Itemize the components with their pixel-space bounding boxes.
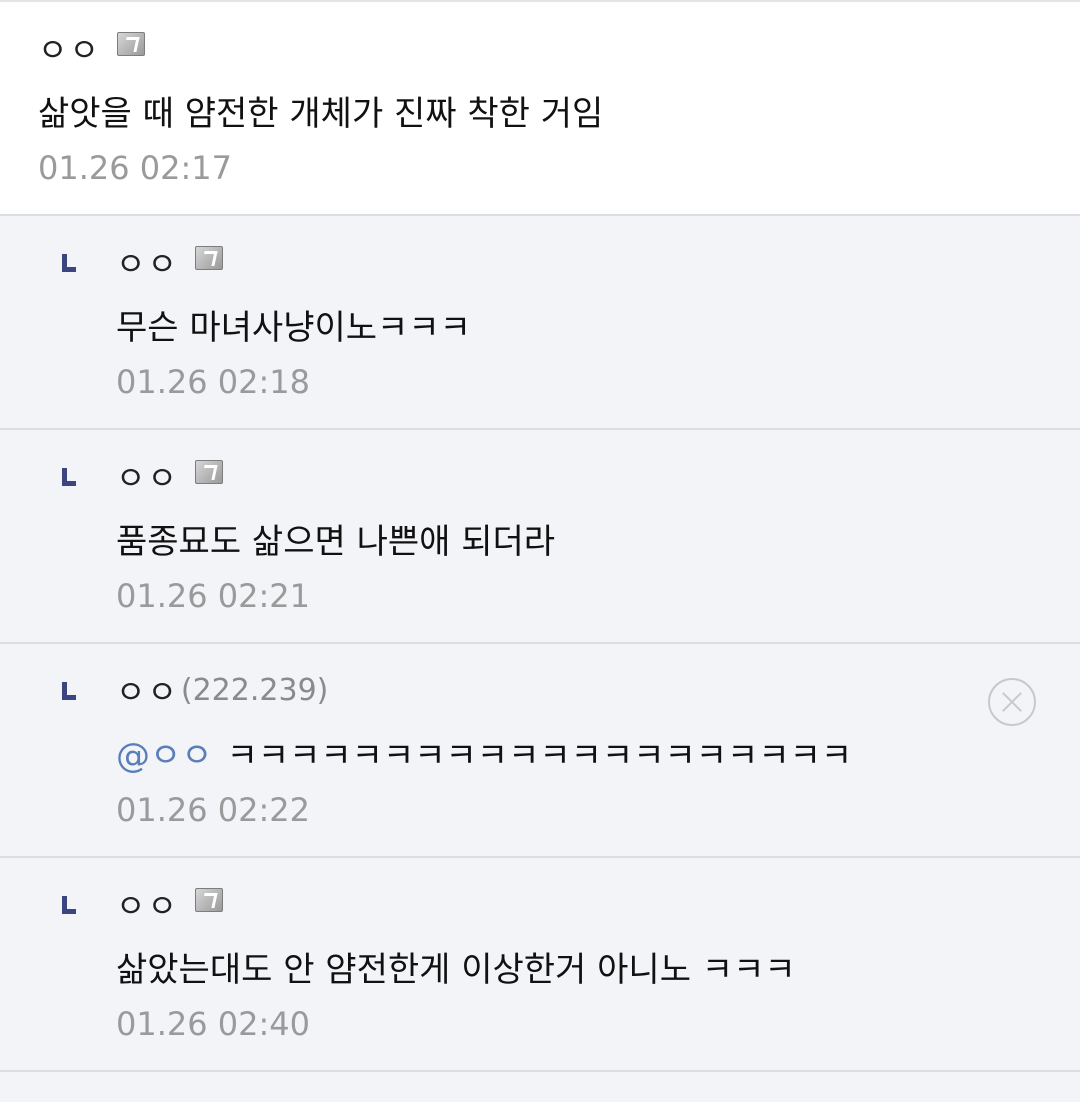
fixed-nick-icon [194, 460, 223, 484]
comment-text: 무슨 마녀사냥이노ㅋㅋㅋ [116, 308, 471, 348]
comment-thread: ㅇㅇ 삶앗을 때 얌전한 개체가 진짜 착한 거임 01.26 02:17 ㅇㅇ… [0, 0, 1080, 1118]
reply-comment: ㅇㅇ (222.239) @ㅇㅇ ㅋㅋㅋㅋㅋㅋㅋㅋㅋㅋㅋㅋㅋㅋㅋㅋㅋㅋㅋㅋ 01.… [0, 644, 1080, 858]
reply-arrow-icon [62, 254, 76, 272]
comment-text: 삶앗을 때 얌전한 개체가 진짜 착한 거임 [38, 94, 604, 134]
comment-body: ㅇㅇ 품종묘도 삶으면 나쁜애 되더라 01.26 02:21 [116, 454, 1080, 616]
reply-comment-partial [0, 1072, 1080, 1102]
nickname[interactable]: ㅇㅇ [116, 239, 179, 285]
comment-text: @ㅇㅇ ㅋㅋㅋㅋㅋㅋㅋㅋㅋㅋㅋㅋㅋㅋㅋㅋㅋㅋㅋㅋ [116, 734, 1080, 778]
comment-header: ㅇㅇ [116, 882, 1080, 926]
comment-body: ㅇㅇ 삶앗을 때 얌전한 개체가 진짜 착한 거임 01.26 02:17 [38, 26, 1080, 188]
comment-text-content: ㅋㅋㅋㅋㅋㅋㅋㅋㅋㅋㅋㅋㅋㅋㅋㅋㅋㅋㅋㅋ [226, 736, 853, 776]
nickname[interactable]: ㅇㅇ [38, 25, 101, 71]
reply-arrow-icon [62, 682, 76, 700]
nickname[interactable]: ㅇㅇ [116, 881, 179, 927]
reply-arrow-icon [62, 896, 76, 914]
fixed-nick-icon [194, 246, 223, 270]
comment-body: ㅇㅇ 무슨 마녀사냥이노ㅋㅋㅋ 01.26 02:18 [116, 240, 1080, 402]
comment-date: 01.26 02:18 [116, 363, 310, 401]
comment-text: 삶았는대도 안 얌전한게 이상한거 아니노 ㅋㅋㅋ [116, 950, 796, 990]
comment-body: ㅇㅇ (222.239) @ㅇㅇ ㅋㅋㅋㅋㅋㅋㅋㅋㅋㅋㅋㅋㅋㅋㅋㅋㅋㅋㅋㅋ 01.… [116, 668, 1080, 830]
comment-header: ㅇㅇ (222.239) [116, 668, 1080, 712]
ip-address: (222.239) [180, 672, 329, 708]
reply-arrow-icon [62, 468, 76, 486]
fixed-nick-icon [194, 888, 223, 912]
comment-date: 01.26 02:17 [38, 149, 232, 187]
comment-body: ㅇㅇ 삶았는대도 안 얌전한게 이상한거 아니노 ㅋㅋㅋ 01.26 02:40 [116, 882, 1080, 1044]
comment-date: 01.26 02:22 [116, 791, 310, 829]
reply-comment: ㅇㅇ 삶았는대도 안 얌전한게 이상한거 아니노 ㅋㅋㅋ 01.26 02:40 [0, 858, 1080, 1072]
comment-header: ㅇㅇ [116, 240, 1080, 284]
reply-comment: ㅇㅇ 품종묘도 삶으면 나쁜애 되더라 01.26 02:21 [0, 430, 1080, 644]
fixed-nick-icon [116, 32, 145, 56]
nickname[interactable]: ㅇㅇ [116, 667, 179, 713]
nickname[interactable]: ㅇㅇ [116, 453, 179, 499]
mention-link[interactable]: @ㅇㅇ [116, 736, 213, 776]
comment-header: ㅇㅇ [116, 454, 1080, 498]
reply-comment: ㅇㅇ 무슨 마녀사냥이노ㅋㅋㅋ 01.26 02:18 [0, 216, 1080, 430]
comment-date: 01.26 02:40 [116, 1005, 310, 1043]
comment-header: ㅇㅇ [38, 26, 1080, 70]
comment: ㅇㅇ 삶앗을 때 얌전한 개체가 진짜 착한 거임 01.26 02:17 [0, 2, 1080, 216]
comment-date: 01.26 02:21 [116, 577, 310, 615]
delete-icon[interactable] [988, 678, 1036, 726]
comment-text: 품종묘도 삶으면 나쁜애 되더라 [116, 522, 556, 562]
